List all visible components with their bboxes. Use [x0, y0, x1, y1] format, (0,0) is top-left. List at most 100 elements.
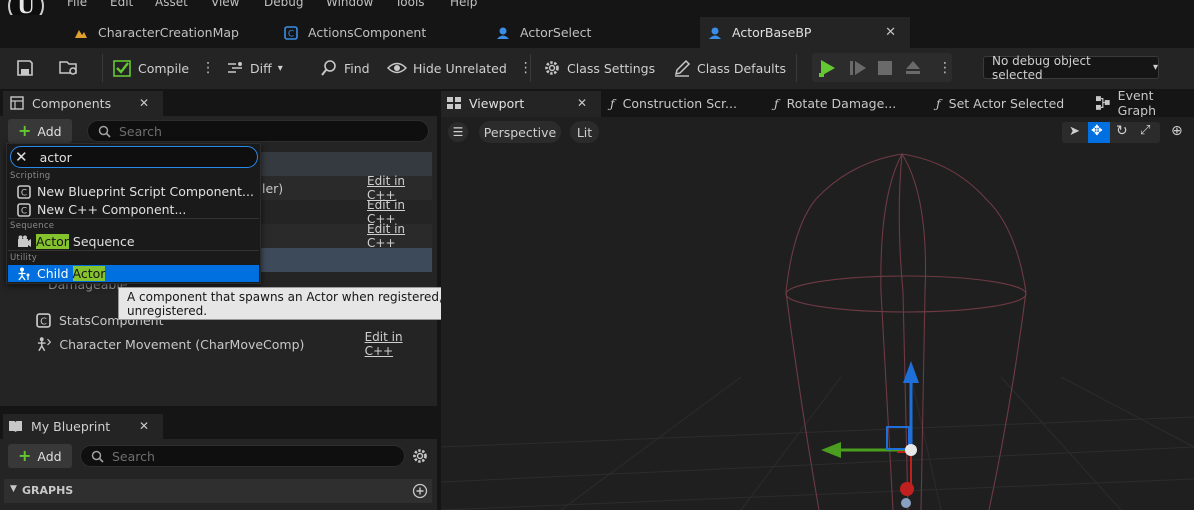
class-icon: C — [17, 202, 31, 217]
components-icon — [10, 96, 24, 110]
play-options-icon[interactable]: ⋮ — [938, 59, 952, 77]
eject-icon[interactable] — [904, 59, 922, 77]
menu-item-label: New C++ Component... — [37, 202, 187, 217]
menu-asset[interactable]: Asset — [155, 0, 188, 9]
tab-set-actor-selected[interactable]: ƒ Set Actor Selected — [936, 91, 1064, 115]
compile-label: Compile — [138, 60, 190, 76]
menu-debug[interactable]: Debug — [264, 0, 303, 9]
grid-lines — [441, 376, 1194, 510]
table-row[interactable]: Character Movement (CharMoveComp) Edit i… — [36, 330, 432, 358]
menu-file[interactable]: File — [67, 0, 87, 9]
menu-divider — [8, 250, 259, 251]
add-graph-icon[interactable] — [412, 483, 428, 499]
add-label: Add — [37, 448, 62, 464]
plus-icon: + — [18, 121, 32, 140]
tab-my-blueprint[interactable]: My Blueprint — [8, 414, 110, 438]
tab-event-graph[interactable]: Event Graph — [1096, 88, 1194, 118]
menu-item-child-actor[interactable]: Child Actor — [17, 265, 106, 282]
chevron-down-icon: ▼ — [10, 484, 17, 494]
svg-text:C: C — [21, 188, 27, 198]
menu-item-label: New Blueprint Script Component... — [37, 184, 254, 199]
lit-button[interactable]: Lit — [570, 121, 599, 143]
svg-text:C: C — [21, 206, 27, 216]
viewport-scene — [441, 153, 1194, 510]
debug-object-select[interactable]: No debug object selected ▾ — [983, 54, 1159, 82]
search-icon — [321, 60, 336, 76]
tab-actor-base-bp[interactable]: ActorBaseBP ✕ — [700, 17, 910, 48]
rotate-tool-icon[interactable]: ↻ — [1116, 123, 1128, 139]
diff-button[interactable]: Diff ▾ — [226, 59, 283, 77]
add-component-button[interactable]: + Add — [8, 119, 72, 143]
function-icon: ƒ — [774, 95, 779, 111]
add-member-button[interactable]: + Add — [8, 444, 72, 468]
find-label: Find — [344, 60, 370, 76]
edit-in-cpp-link[interactable]: Edit in C++ — [367, 222, 432, 250]
child-actor-icon — [18, 267, 30, 280]
menu-tools[interactable]: Tools — [395, 0, 425, 9]
menu-item-new-blueprint-script-component[interactable]: C New Blueprint Script Component... — [17, 183, 254, 200]
menu-item-actor-sequence[interactable]: Actor Sequence — [17, 233, 135, 250]
close-icon[interactable]: ✕ — [139, 419, 149, 433]
row-label: Character Movement (CharMoveComp) — [59, 336, 305, 352]
close-icon[interactable]: ✕ — [139, 96, 149, 110]
compile-button[interactable]: Compile ⋮ — [112, 59, 215, 77]
function-icon: ƒ — [610, 95, 615, 111]
clear-search-icon[interactable]: ✕ — [15, 148, 28, 166]
toolbar-separator — [102, 54, 103, 82]
tab-rotate-damage[interactable]: ƒ Rotate Damage... — [774, 91, 896, 115]
tab-actor-select[interactable]: ActorSelect — [488, 17, 698, 48]
match-highlight: Actor — [72, 266, 106, 281]
gear-icon[interactable] — [411, 447, 429, 465]
film-icon — [18, 235, 31, 247]
find-button[interactable]: Find — [320, 59, 370, 77]
menu-edit[interactable]: Edit — [110, 0, 133, 9]
perspective-button[interactable]: Perspective — [479, 121, 561, 143]
browse-button[interactable] — [58, 59, 80, 77]
category-sequence: Sequence — [10, 221, 55, 231]
scale-tool-icon[interactable]: ⤢ — [1140, 123, 1150, 138]
menu-view[interactable]: View — [211, 0, 239, 9]
map-icon — [75, 29, 87, 38]
tab-character-creation-map[interactable]: CharacterCreationMap — [66, 17, 274, 48]
eye-icon — [387, 62, 407, 74]
world-local-icon[interactable]: ⊕ — [1171, 123, 1183, 139]
viewport-canvas[interactable] — [441, 117, 1194, 510]
save-button[interactable] — [16, 59, 34, 77]
select-tool-icon[interactable]: ➤ — [1069, 124, 1080, 139]
tab-actions-component[interactable]: C ActionsComponent — [276, 17, 486, 48]
dropdown-search-value: actor — [39, 149, 72, 165]
edit-in-cpp-link[interactable]: Edit in C++ — [365, 330, 432, 358]
menu-help[interactable]: Help — [450, 0, 477, 9]
close-icon[interactable]: ✕ — [577, 96, 587, 110]
class-settings-button[interactable]: Class Settings — [543, 59, 655, 77]
close-icon[interactable]: ✕ — [885, 25, 896, 40]
actor-icon — [709, 27, 721, 39]
move-tool-icon[interactable]: ✥ — [1091, 123, 1103, 139]
stop-icon[interactable] — [877, 60, 893, 76]
tab-components[interactable]: Components — [10, 91, 111, 115]
tab-label: Rotate Damage... — [786, 95, 897, 111]
menu-item-new-cpp-component[interactable]: C New C++ Component... — [17, 201, 186, 218]
compile-options-icon[interactable]: ⋮ — [201, 60, 215, 76]
components-search-input[interactable]: Search — [87, 120, 429, 142]
dropdown-search-input[interactable]: ✕ actor — [10, 146, 258, 168]
play-icon[interactable] — [818, 58, 838, 78]
add-label: Add — [37, 123, 62, 139]
step-icon[interactable] — [849, 59, 867, 77]
tab-label: ActionsComponent — [308, 25, 427, 40]
tab-label: CharacterCreationMap — [98, 25, 239, 40]
tab-construction-script[interactable]: ƒ Construction Scr... — [610, 91, 737, 115]
category-scripting: Scripting — [10, 171, 51, 181]
class-settings-label: Class Settings — [567, 60, 656, 76]
svg-text:C: C — [40, 316, 47, 327]
chevron-down-icon: ▾ — [277, 62, 283, 74]
save-icon — [17, 60, 33, 76]
menu-window[interactable]: Window — [326, 0, 373, 9]
plus-icon: + — [18, 446, 32, 465]
class-defaults-button[interactable]: Class Defaults — [673, 59, 786, 77]
hide-unrelated-button[interactable]: Hide Unrelated ⋮ — [387, 59, 533, 77]
tab-viewport[interactable]: Viewport — [447, 91, 524, 115]
hamburger-menu-icon[interactable]: ☰ — [448, 122, 468, 142]
search-icon — [98, 125, 111, 138]
my-blueprint-search-input[interactable]: Search — [80, 445, 405, 467]
